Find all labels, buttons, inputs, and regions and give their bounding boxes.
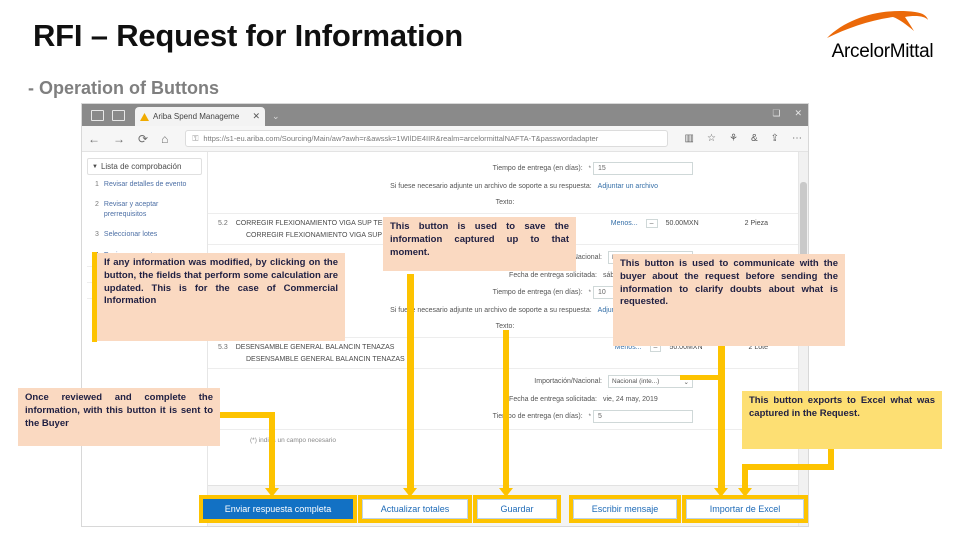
new-tab-group-icon[interactable] [112,110,125,121]
brand-name: ArcelorMittal [831,41,934,62]
field-label: Importación/Nacional: [534,378,602,385]
field-label: Tiempo de entrega (en días): [492,289,583,296]
connector-excel-h2 [742,464,834,470]
connector-actualizar-v [503,330,509,492]
page-subtitle: - Operation of Buttons [28,78,219,98]
line-item-name: CORREGIR FLEXIONAMIENTO VIGA SUP TENAZAS [235,220,406,227]
line-item-code: 5.2 [218,220,228,227]
importar-de-excel-button[interactable]: Importar de Excel [686,499,804,519]
checklist-header[interactable]: ▼ Lista de comprobación [87,158,202,175]
close-icon[interactable]: ✕ [252,111,260,122]
connector-message-stub [680,375,722,380]
connector-save-v [407,274,414,492]
restore-icon[interactable]: ❏ [772,108,780,119]
actualizar-totales-button[interactable]: Actualizar totales [362,499,468,519]
sidebar-item-seleccionar-lotes[interactable]: 3 Seleccionar lotes [87,225,202,245]
person-icon[interactable]: & [751,133,758,144]
refresh-icon[interactable]: ⟳ [138,133,148,145]
list-item-label: Revisar y aceptar prerrequisitos [103,201,159,219]
escribir-mensaje-button[interactable]: Escribir mensaje [573,499,677,519]
lead-time-input-top[interactable]: 15 [593,162,693,175]
field-label: Fecha de entrega solicitada: [509,395,597,403]
requested-delivery-date-2: vie, 24 may, 2019 [603,395,658,403]
close-icon[interactable]: ✕ [794,108,802,119]
list-item-number: 3 [95,231,99,239]
required-indicator: * [588,165,591,172]
lock-icon: ⚿ [192,133,199,143]
field-label: Si fuese necesario adjunte un archivo de… [390,182,592,190]
send-response-callout: Once reviewed and complete the informati… [18,388,220,446]
browser-tab[interactable]: Ariba Spend Manageme ✕ [135,107,265,126]
line-item-price: 50.00MXN [665,220,699,227]
list-item-label: Seleccionar lotes [103,231,158,239]
triangle-down-icon: ▼ [92,163,98,170]
line-item-description-text: DESENSAMBLE GENERAL BALANCIN TENAZAS [246,356,405,363]
guardar-button[interactable]: Guardar [477,499,557,519]
arcelormittal-arc-icon [827,11,928,38]
arrow-right-icon[interactable]: → [113,133,125,145]
button-highlight-mensaje: Escribir mensaje [569,495,681,523]
save-callout: This button is used to save the informat… [383,217,576,271]
required-indicator: * [588,289,591,296]
browser-tab-strip: Ariba Spend Manageme ✕ ⌄ ❏ ✕ [82,104,808,126]
connector-message-v [718,345,725,492]
update-totals-callout: If any information was modified, by clic… [97,253,345,341]
arrow-left-icon[interactable]: ← [88,133,100,145]
sidebar-item-revisar-detalles[interactable]: 1 Revisar detalles de evento [87,175,202,195]
home-icon[interactable]: ⌂ [161,133,168,145]
list-item-number: 1 [95,181,99,188]
form-row-attachment-top: Si fuese necesario adjunte un archivo de… [208,178,808,194]
form-row-text-top: Texto: [208,194,808,210]
collections-icon[interactable]: ⚘ [729,133,738,144]
checklist-header-label: Lista de comprobación [100,162,182,171]
button-highlight-excel: Importar de Excel [682,495,808,523]
sidebar-item-revisar-prerrequisitos[interactable]: 2 Revisar y aceptar prerrequisitos [87,195,202,225]
tab-list-icon[interactable] [91,110,104,121]
chevron-down-icon[interactable]: ⌄ [272,111,280,122]
button-highlight-enviar: Enviar respuesta completa [199,495,357,523]
message-callout: This button is used to communicate with … [613,254,845,346]
export-excel-callout: This button exports to Excel what was ca… [742,391,942,449]
ellipsis-icon[interactable]: ⋯ [792,133,802,144]
line-item-qty: 2 Pieza [744,220,768,227]
field-label: Si fuese necesario adjunte un archivo de… [390,306,592,314]
list-item-label: Revisar detalles de evento [103,181,187,188]
connector-send-v [269,412,275,492]
field-label: Texto: [495,322,515,330]
star-icon[interactable]: ☆ [707,133,716,144]
collapse-icon-1[interactable]: – [645,219,658,228]
select-value: Nacional (inte...) [612,378,660,385]
line-item-code: 5.3 [218,344,228,351]
enviar-respuesta-completa-button[interactable]: Enviar respuesta completa [203,499,353,519]
button-highlight-actualizar: Actualizar totales [358,495,472,523]
address-bar[interactable]: ⚿ https://s1-eu.ariba.com/Sourcing/Main/… [185,130,668,147]
required-indicator: * [588,413,591,420]
button-highlight-guardar: Guardar [473,495,561,523]
browser-toolbar: ← → ⟳ ⌂ ⚿ https://s1-eu.ariba.com/Sourci… [82,126,808,152]
less-link-1[interactable]: Menos... [611,220,638,227]
share-icon[interactable]: ⇪ [771,133,779,144]
attach-file-link-top[interactable]: Adjuntar un archivo [598,183,658,190]
window-controls: ❏ ✕ [772,108,802,119]
form-row-lead-time-top: Tiempo de entrega (en días): * 15 [208,152,808,178]
field-label: Texto: [495,198,515,206]
list-item-number: 2 [95,201,99,209]
lead-time-input-2[interactable]: 5 [593,410,693,423]
field-label: Tiempo de entrega (en días): [492,165,583,172]
field-label: Fecha de entrega solicitada: [509,271,597,279]
page-title: RFI – Request for Information [33,18,463,53]
browser-tab-title: Ariba Spend Manageme [153,112,240,121]
reading-view-icon[interactable]: ▥ [685,133,694,144]
address-bar-url: https://s1-eu.ariba.com/Sourcing/Main/aw… [203,134,599,143]
ariba-logo-icon [140,112,149,121]
line-item-name: DESENSAMBLE GENERAL BALANCIN TENAZAS [235,344,395,351]
arcelormittal-logo: ArcelorMittal [815,8,950,68]
connector-send-h [220,412,275,418]
